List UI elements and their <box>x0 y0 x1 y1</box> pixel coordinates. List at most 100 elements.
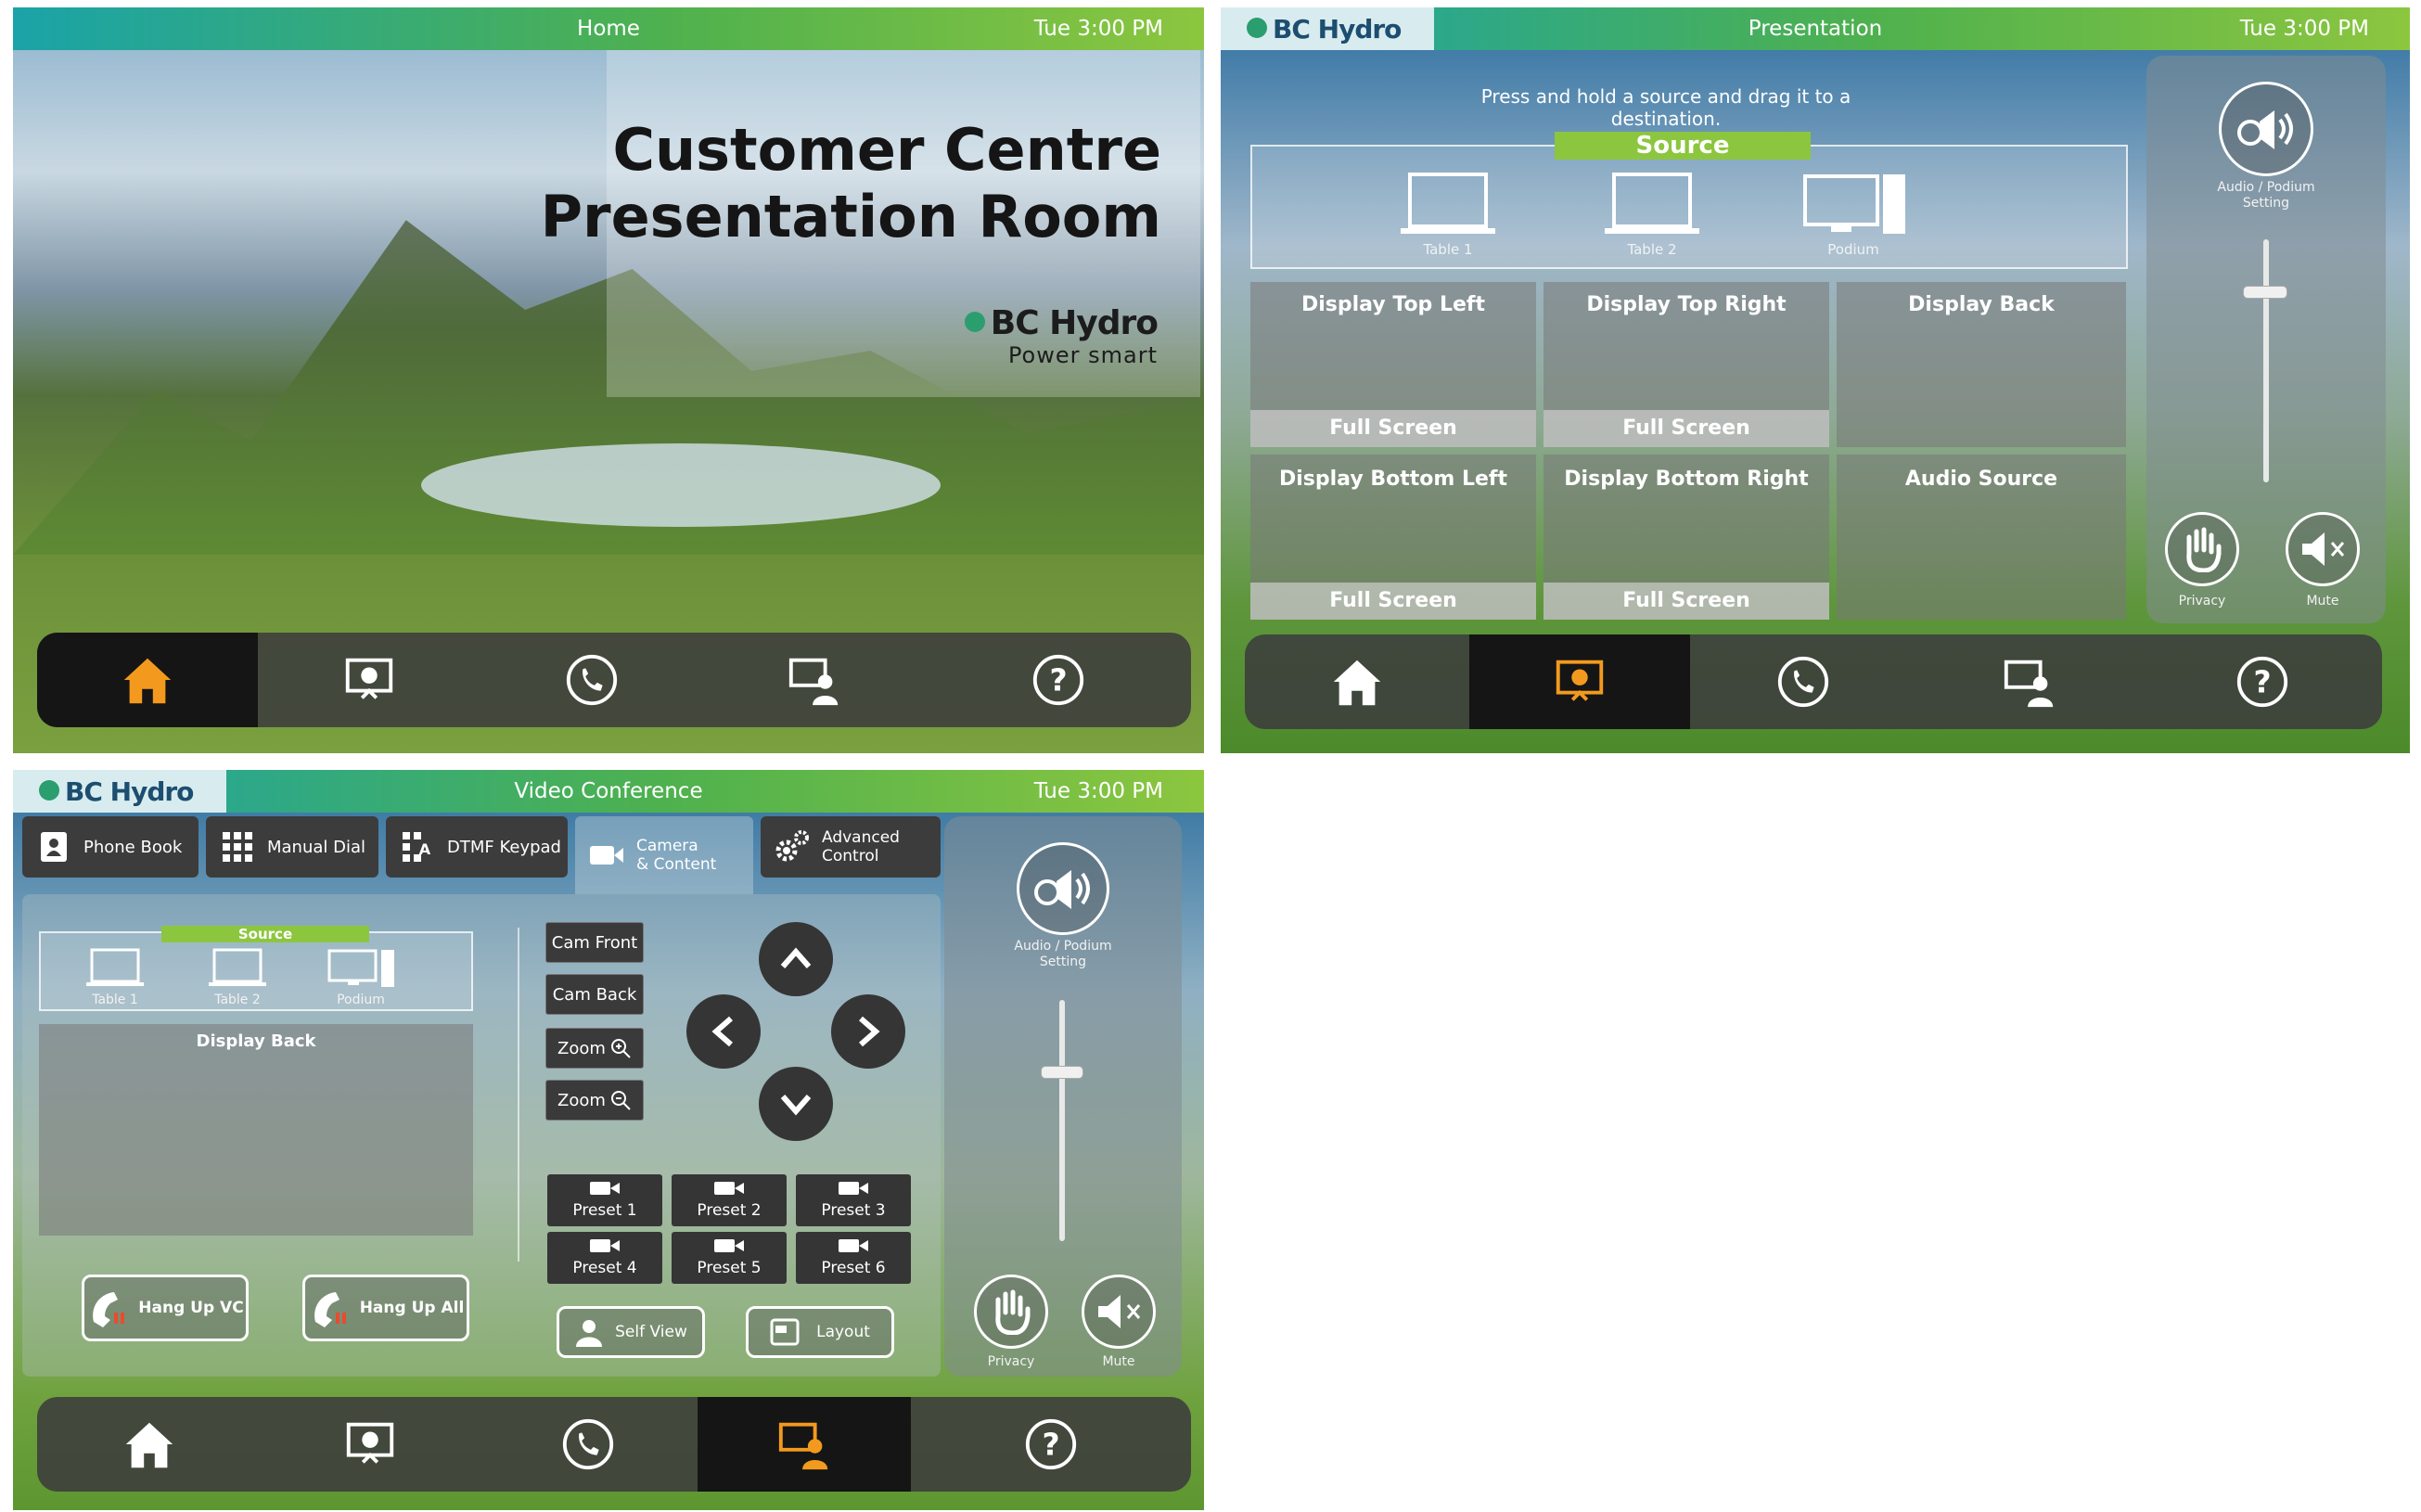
source-podium[interactable]: Podium <box>1788 171 1918 258</box>
gears-icon <box>775 830 809 862</box>
nav-help[interactable]: ? <box>2143 634 2382 729</box>
video-conference-screen: BC Hydro Video Conference Tue 3:00 PM Ph… <box>13 770 1204 1510</box>
audio-setting-label: Audio / Podium Setting <box>2217 180 2315 211</box>
header-clock: Tue 3:00 PM <box>1033 779 1163 803</box>
volume-slider-knob[interactable] <box>1041 1066 1083 1079</box>
source-table-1[interactable]: Table 1 <box>78 948 152 1007</box>
mute-button[interactable] <box>2286 512 2360 586</box>
source-table-1[interactable]: Table 1 <box>1388 171 1508 258</box>
audio-source[interactable]: Audio Source <box>1837 455 2126 620</box>
mute-label: Mute <box>2306 594 2339 609</box>
zoom-in-button[interactable]: Zoom <box>545 1028 644 1069</box>
header-title: Video Conference <box>514 779 703 803</box>
volume-slider-knob[interactable] <box>2243 286 2287 300</box>
nav-home[interactable] <box>37 633 258 727</box>
volume-slider-track[interactable] <box>1059 1000 1065 1241</box>
audio-podium-setting-button[interactable] <box>2219 82 2313 176</box>
camera-icon <box>714 1239 744 1252</box>
header-title: Presentation <box>1748 17 1883 41</box>
nav-phone[interactable] <box>480 633 703 727</box>
display-bottom-right[interactable]: Display Bottom Right Full Screen <box>1544 455 1829 620</box>
volume-slider-track[interactable] <box>2263 239 2269 482</box>
phone-icon <box>562 1418 614 1470</box>
presentation-icon <box>1556 660 1604 701</box>
tab-manual-dial[interactable]: Manual Dial <box>206 816 378 878</box>
camera-content-panel: Source Table 1 Table 2 Podium Display Ba… <box>22 894 941 1377</box>
mute-icon <box>2302 532 2345 566</box>
preset-5-button[interactable]: Preset 5 <box>672 1232 787 1284</box>
preset-1-button[interactable]: Preset 1 <box>547 1174 662 1226</box>
full-screen-button[interactable]: Full Screen <box>1250 583 1536 620</box>
mute-label: Mute <box>1102 1354 1135 1369</box>
nav-help[interactable]: ? <box>926 633 1191 727</box>
bottom-nav: ? <box>37 1397 1191 1492</box>
nav-home[interactable] <box>1245 634 1469 729</box>
nav-home[interactable] <box>37 1397 262 1492</box>
full-screen-button[interactable]: Full Screen <box>1544 583 1829 620</box>
source-table-2[interactable]: Table 2 <box>1592 171 1712 258</box>
vertical-divider <box>518 928 519 1262</box>
room-title: Customer Centre Presentation Room <box>541 117 1161 250</box>
hand-icon <box>995 1289 1031 1335</box>
home-icon <box>125 1422 173 1468</box>
nav-presentation[interactable] <box>258 633 480 727</box>
zoom-out-button[interactable]: Zoom <box>545 1080 644 1121</box>
cam-front-button[interactable]: Cam Front <box>545 922 644 963</box>
layout-icon <box>770 1318 800 1346</box>
logo-tagline: Power smart <box>1007 342 1158 368</box>
speaker-gear-icon <box>1034 870 1090 909</box>
nav-presentation[interactable] <box>1469 634 1690 729</box>
nav-phone[interactable] <box>479 1397 698 1492</box>
display-bottom-left[interactable]: Display Bottom Left Full Screen <box>1250 455 1536 620</box>
audio-side-panel: Audio / Podium Setting Privacy Mute <box>944 816 1182 1377</box>
nav-video-conference[interactable] <box>698 1397 911 1492</box>
tab-phone-book[interactable]: Phone Book <box>22 816 199 878</box>
nav-help[interactable]: ? <box>911 1397 1191 1492</box>
privacy-button[interactable] <box>974 1275 1048 1349</box>
header-bar: BC Hydro Video Conference Tue 3:00 PM <box>13 770 1204 813</box>
display-back[interactable]: Display Back <box>39 1024 473 1236</box>
display-back[interactable]: Display Back <box>1837 282 2126 447</box>
svg-text:?: ? <box>1049 662 1067 698</box>
pan-left-button[interactable] <box>686 994 761 1069</box>
pan-right-button[interactable] <box>831 994 905 1069</box>
preset-2-button[interactable]: Preset 2 <box>672 1174 787 1226</box>
header-title: Home <box>577 17 640 41</box>
tab-advanced-control[interactable]: Advanced Control <box>761 816 941 878</box>
camera-icon <box>590 846 623 865</box>
privacy-button[interactable] <box>2165 512 2239 586</box>
hang-up-vc-button[interactable]: Hang Up VC <box>82 1275 249 1341</box>
mute-button[interactable] <box>1082 1275 1156 1349</box>
display-top-left[interactable]: Display Top Left Full Screen <box>1250 282 1536 447</box>
nav-phone[interactable] <box>1690 634 1916 729</box>
nav-presentation[interactable] <box>262 1397 479 1492</box>
source-table-2[interactable]: Table 2 <box>200 948 275 1007</box>
layout-button[interactable]: Layout <box>746 1306 894 1358</box>
preset-4-button[interactable]: Preset 4 <box>547 1232 662 1284</box>
video-conference-icon <box>778 1422 828 1470</box>
home-icon <box>123 658 172 704</box>
hang-up-all-button[interactable]: Hang Up All <box>302 1275 469 1341</box>
preset-6-button[interactable]: Preset 6 <box>796 1232 911 1284</box>
full-screen-button[interactable]: Full Screen <box>1250 410 1536 447</box>
zoom-in-icon <box>610 1039 631 1058</box>
preset-3-button[interactable]: Preset 3 <box>796 1174 911 1226</box>
pan-up-button[interactable] <box>759 922 833 996</box>
nav-video-conference[interactable] <box>703 633 926 727</box>
source-podium[interactable]: Podium <box>319 948 403 1007</box>
home-screen: Home Tue 3:00 PM Customer Centre Present… <box>13 7 1204 753</box>
display-top-right[interactable]: Display Top Right Full Screen <box>1544 282 1829 447</box>
privacy-label: Privacy <box>987 1354 1035 1369</box>
nav-video-conference[interactable] <box>1916 634 2143 729</box>
camera-icon <box>839 1239 868 1252</box>
audio-podium-setting-button[interactable] <box>1017 842 1109 935</box>
tab-dtmf-keypad[interactable]: A DTMF Keypad <box>386 816 568 878</box>
tab-camera-content[interactable]: Camera & Content <box>575 816 753 894</box>
presentation-icon <box>345 658 393 699</box>
chevron-right-icon <box>859 1016 880 1047</box>
zoom-out-icon <box>610 1091 631 1110</box>
full-screen-button[interactable]: Full Screen <box>1544 410 1829 447</box>
pan-down-button[interactable] <box>759 1067 833 1141</box>
cam-back-button[interactable]: Cam Back <box>545 974 644 1015</box>
self-view-button[interactable]: Self View <box>557 1306 705 1358</box>
